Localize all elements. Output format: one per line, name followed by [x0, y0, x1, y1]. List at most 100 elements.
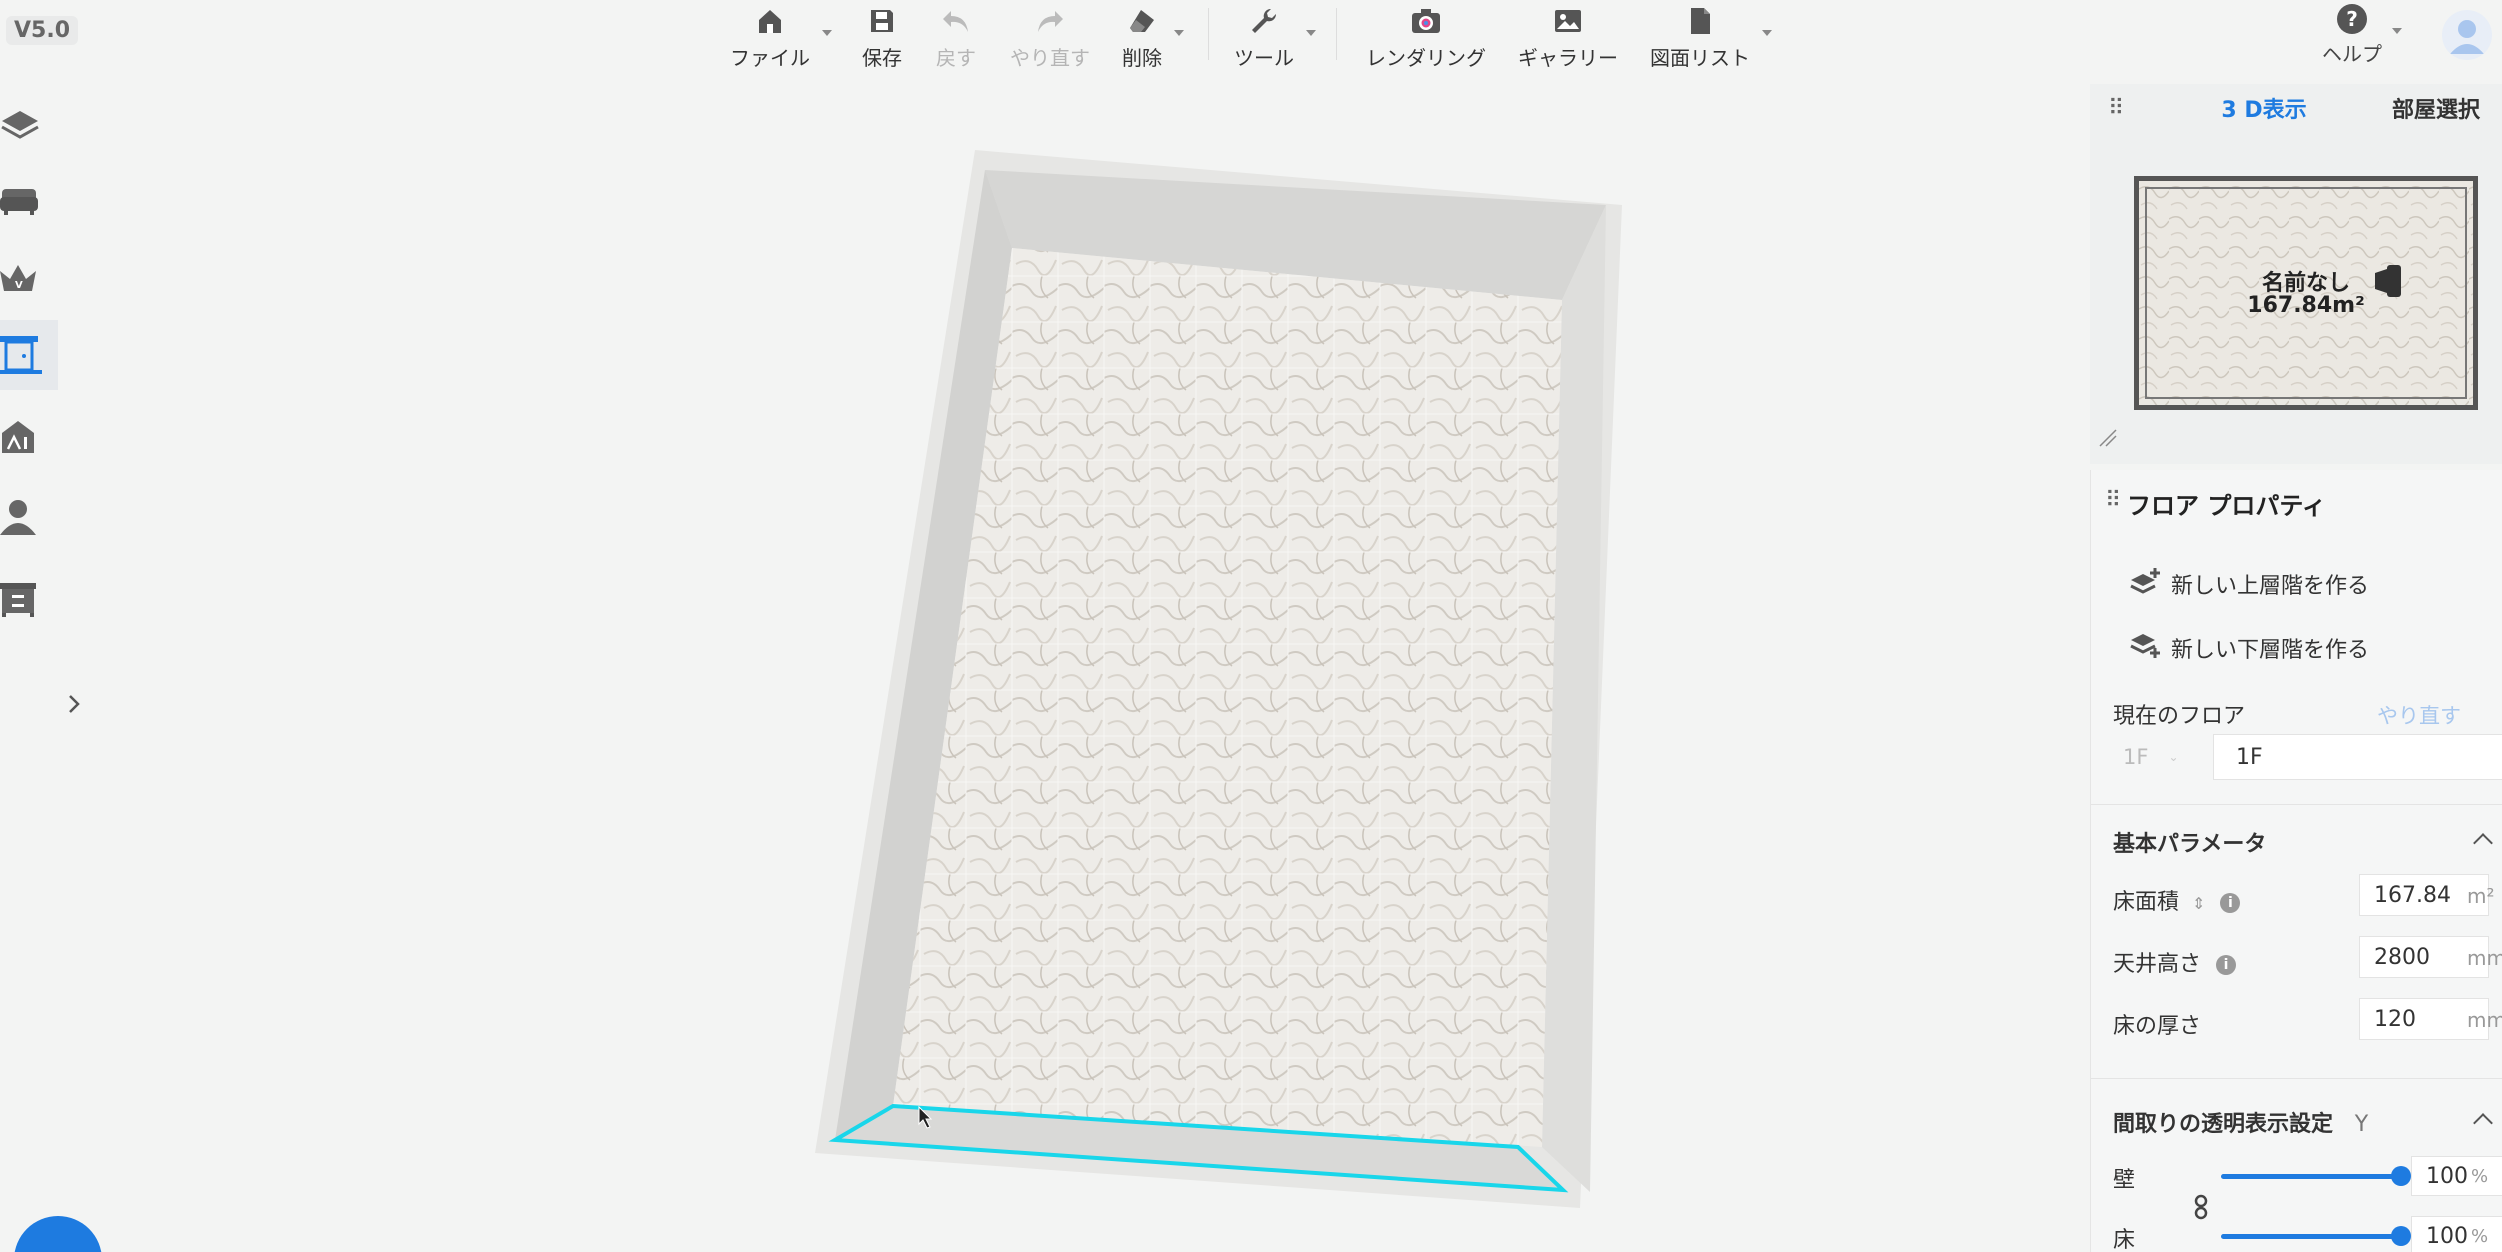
save-label: 保存 [862, 46, 902, 70]
wall-opacity-input[interactable]: 100 [2411, 1156, 2502, 1196]
wall-label: 壁 [2113, 1168, 2136, 1193]
thickness-label: 床の厚さ [2113, 1014, 2202, 1039]
panel-title: フロア プロパティ [2127, 492, 2326, 520]
sidebar-item-account[interactable] [0, 482, 58, 552]
room-area-label: 167.84m² [2247, 293, 2365, 318]
toolbar-divider [1336, 8, 1337, 60]
chevron-right-icon [69, 695, 80, 713]
3d-viewport[interactable] [0, 0, 2090, 1252]
sidebar-item-furniture[interactable] [0, 166, 58, 236]
redo-link[interactable]: やり直す [2377, 700, 2461, 730]
new-lower-floor-label: 新しい下層階を作る [2171, 638, 2370, 663]
person-icon [0, 500, 36, 535]
floor-select-value: 1F [2123, 745, 2149, 769]
gallery-label: ギャラリー [1518, 46, 1618, 70]
tools-menu-button[interactable]: ツール [1234, 4, 1316, 71]
floor-opacity-slider[interactable] [2221, 1234, 2401, 1239]
layers-icon [1, 111, 39, 139]
render-button[interactable]: レンダリング [1366, 4, 1486, 71]
help-icon: ? [2337, 4, 2367, 34]
user-avatar[interactable] [2442, 10, 2492, 60]
crown-icon: V [0, 265, 36, 291]
ceiling-row: 天井高さ i [2113, 946, 2237, 978]
sidebar-item-floorplan[interactable] [0, 86, 58, 156]
floor-select[interactable]: 1F ⌄ [2113, 734, 2209, 780]
chevron-down-icon: ⌄ [2168, 750, 2179, 764]
home-icon [753, 4, 787, 38]
user-icon [2450, 20, 2484, 54]
area-label: 床面積 [2113, 890, 2180, 915]
undo-button[interactable]: 戻す [936, 4, 976, 71]
basic-params-header[interactable]: 基本パラメータ [2113, 826, 2266, 858]
floor-opacity-input[interactable]: 100 [2411, 1216, 2502, 1252]
eraser-icon [1125, 4, 1159, 38]
floor-surface [893, 248, 1562, 1147]
room-3d-view[interactable] [0, 0, 2090, 1252]
floor-pct-unit: % [2471, 1226, 2489, 1247]
gallery-button[interactable]: ギャラリー [1518, 4, 1618, 71]
cabinet-icon [0, 583, 36, 617]
divider [2091, 804, 2502, 805]
floor-slider-knob[interactable] [2391, 1226, 2411, 1246]
chevron-down-icon [1762, 30, 1772, 36]
wall-pct-unit: % [2471, 1166, 2489, 1187]
sidebar-item-doors-windows[interactable] [0, 320, 58, 390]
save-button[interactable]: 保存 [862, 4, 902, 71]
new-lower-floor-button[interactable]: 新しい下層階を作る [2129, 630, 2369, 666]
new-upper-floor-label: 新しい上層階を作る [2171, 574, 2370, 599]
chevron-up-icon[interactable] [2473, 1113, 2493, 1133]
ceiling-unit: mm [2467, 946, 2502, 970]
tab-room-select[interactable]: 部屋選択 [2376, 92, 2496, 124]
chevron-down-icon [1174, 30, 1184, 36]
link-icon[interactable] [2191, 1194, 2211, 1224]
sidebar-item-ai-design[interactable] [0, 402, 58, 472]
help-label: ヘルプ [2322, 42, 2382, 66]
add-layer-down-icon [2129, 630, 2163, 666]
area-unit: m² [2467, 884, 2495, 908]
file-menu-button[interactable]: ファイル [730, 4, 832, 71]
camera-icon [1409, 4, 1443, 38]
area-row: 床面積 ⇕ i [2113, 884, 2241, 916]
divider [2091, 1078, 2502, 1079]
help-button[interactable]: ? ヘルプ [2322, 4, 2402, 67]
info-icon[interactable]: i [2220, 893, 2241, 913]
current-floor-label: 現在のフロア [2113, 704, 2246, 729]
floor-minimap[interactable]: 名前なし 167.84m² [2134, 176, 2478, 410]
file-label: ファイル [730, 46, 810, 70]
view-panel: ⠿ 3 D表示 部屋選択 名前なし 167.84m² [2090, 84, 2502, 464]
resize-handle-icon[interactable] [2098, 428, 2118, 452]
redo-icon [1033, 4, 1067, 38]
wall-slider-knob[interactable] [2391, 1166, 2411, 1186]
floor-opacity-label: 床 [2113, 1228, 2136, 1252]
drag-handle-icon[interactable]: ⠿ [2105, 488, 2121, 513]
tab-3d-view[interactable]: 3 D表示 [2188, 92, 2340, 124]
top-toolbar: V5.0 ファイル 保存 戻す やり直す 削除 ツール レンダリング ギャラリー… [0, 0, 2502, 70]
redo-button[interactable]: やり直す [1010, 4, 1090, 71]
save-icon [865, 4, 899, 38]
sidebar-expand-button[interactable] [62, 692, 86, 716]
undo-icon [939, 4, 973, 38]
delete-button[interactable]: 削除 [1122, 4, 1184, 71]
sofa-icon [0, 189, 38, 215]
chevron-down-icon [822, 30, 832, 36]
render-label: レンダリング [1366, 46, 1486, 70]
wrench-icon [1247, 4, 1281, 38]
chevron-up-icon[interactable] [2473, 833, 2493, 853]
plan-list-button[interactable]: 図面リスト [1650, 4, 1772, 71]
floor-properties-panel: ⠿ フロア プロパティ 新しい上層階を作る 新しい下層階を作る 現在のフロア や… [2090, 470, 2502, 1252]
transparency-title: 間取りの透明表示設定 [2113, 1112, 2334, 1137]
sidebar-item-storage[interactable] [0, 564, 58, 634]
info-icon[interactable]: i [2216, 955, 2237, 975]
plan-list-label: 図面リスト [1650, 46, 1750, 70]
sidebar-item-premium[interactable]: V [0, 242, 58, 312]
sort-icon[interactable]: ⇕ [2192, 894, 2205, 913]
door-icon [0, 336, 42, 374]
transparency-header[interactable]: 間取りの透明表示設定 Y [2113, 1106, 2368, 1138]
wall-opacity-slider[interactable] [2221, 1174, 2401, 1179]
new-upper-floor-button[interactable]: 新しい上層階を作る [2129, 566, 2369, 602]
floor-name-input[interactable]: 1F [2213, 734, 2502, 780]
toolbar-divider [1208, 8, 1209, 60]
ceiling-label: 天井高さ [2113, 952, 2202, 977]
tools-label: ツール [1234, 46, 1294, 70]
drag-handle-icon[interactable]: ⠿ [2108, 96, 2124, 121]
